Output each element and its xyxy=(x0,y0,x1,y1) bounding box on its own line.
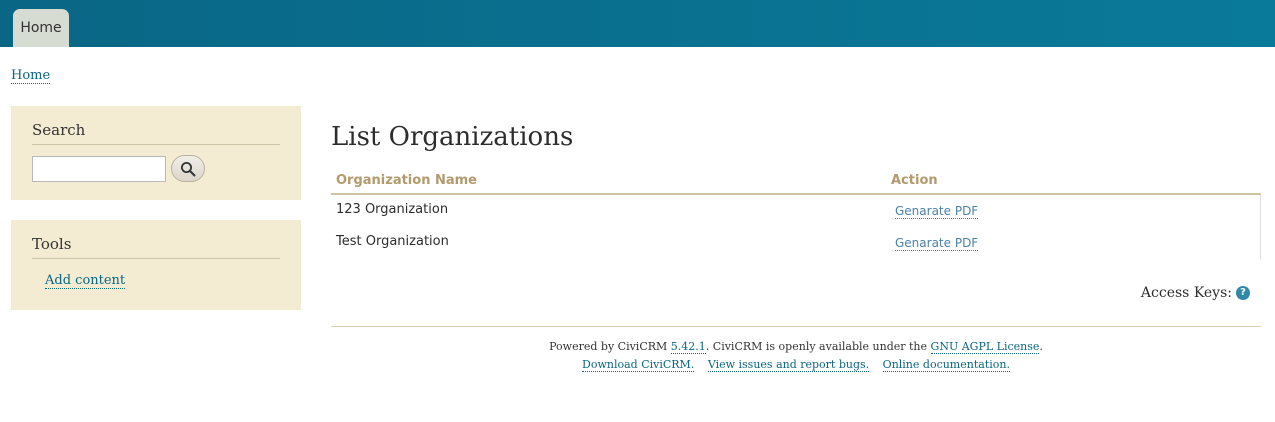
tools-block-title: Tools xyxy=(32,235,280,259)
organization-name: Test Organization xyxy=(336,234,449,249)
footer-links: Download CiviCRM. View issues and report… xyxy=(331,356,1261,374)
page-title: List Organizations xyxy=(331,122,574,152)
footer-powered-prefix: Powered by CiviCRM xyxy=(549,340,671,353)
footer-powered-suffix: . xyxy=(1039,340,1043,353)
footer-divider xyxy=(331,326,1261,327)
access-keys: Access Keys: ? xyxy=(1141,285,1250,301)
table-header: Organization Name Action xyxy=(331,168,1261,195)
report-issues-link[interactable]: View issues and report bugs. xyxy=(707,358,870,372)
column-header-action: Action xyxy=(891,173,938,188)
generate-pdf-link[interactable]: Genarate PDF xyxy=(895,236,979,251)
footer: Powered by CiviCRM 5.42.1. CiviCRM is op… xyxy=(331,338,1261,374)
generate-pdf-link[interactable]: Genarate PDF xyxy=(895,204,979,219)
search-button[interactable] xyxy=(171,155,205,182)
online-documentation-link[interactable]: Online documentation. xyxy=(882,358,1010,372)
top-navigation-bar: Home xyxy=(0,0,1275,47)
column-header-organization-name[interactable]: Organization Name xyxy=(336,173,477,188)
footer-powered-mid: . CiviCRM is openly available under the xyxy=(705,340,931,353)
table-row: Test Organization Genarate PDF xyxy=(331,227,1260,259)
table-body: 123 Organization Genarate PDF Test Organ… xyxy=(331,195,1261,259)
organization-name: 123 Organization xyxy=(336,202,449,217)
help-icon[interactable]: ? xyxy=(1236,286,1250,300)
search-block: Search xyxy=(11,106,301,200)
add-content-link[interactable]: Add content xyxy=(45,273,126,289)
civicrm-version-link[interactable]: 5.42.1 xyxy=(670,340,706,354)
tools-block: Tools Add content xyxy=(11,220,301,310)
license-link[interactable]: GNU AGPL License xyxy=(930,340,1040,354)
search-input[interactable] xyxy=(32,156,166,182)
footer-powered-by: Powered by CiviCRM 5.42.1. CiviCRM is op… xyxy=(331,338,1261,356)
search-block-title: Search xyxy=(32,121,280,145)
organizations-table: Organization Name Action 123 Organizatio… xyxy=(331,168,1261,259)
table-row: 123 Organization Genarate PDF xyxy=(331,195,1260,227)
tab-home[interactable]: Home xyxy=(13,9,69,47)
download-civicrm-link[interactable]: Download CiviCRM. xyxy=(582,358,695,372)
access-keys-label: Access Keys: xyxy=(1140,285,1232,301)
breadcrumb-home[interactable]: Home xyxy=(11,68,51,84)
search-icon xyxy=(181,161,196,176)
